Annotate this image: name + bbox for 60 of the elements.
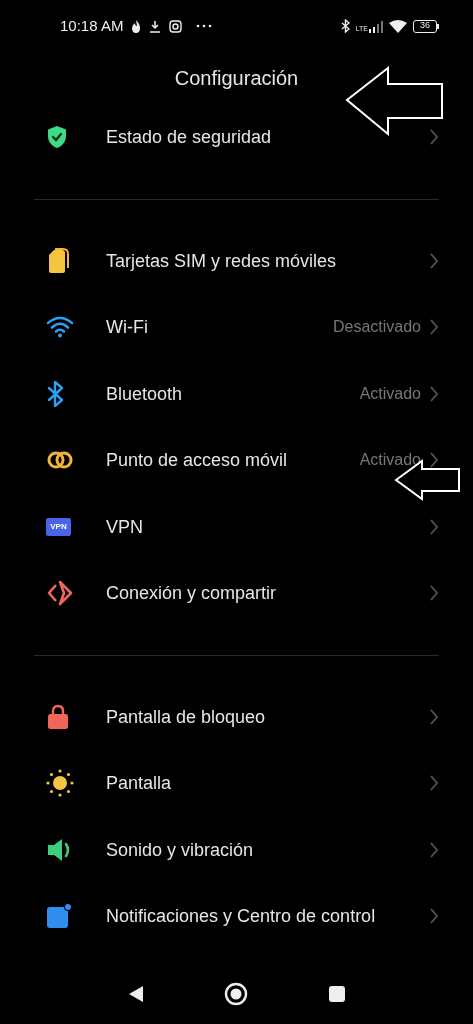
settings-item[interactable]: Punto de acceso móvil Activado [0, 427, 473, 494]
settings-item[interactable]: Pantalla [0, 750, 473, 817]
download-icon [149, 19, 162, 33]
recents-icon[interactable] [327, 985, 346, 1003]
flame-icon [131, 19, 142, 33]
item-status: Desactivado [332, 317, 421, 338]
back-icon[interactable] [127, 985, 144, 1003]
item-label: Wi-Fi [106, 316, 149, 340]
padlock-icon [46, 703, 70, 730]
chevron-right-icon [429, 517, 439, 536]
settings-item[interactable]: Tarjetas SIM y redes móviles [0, 227, 473, 294]
settings-item[interactable]: Bluetooth Activado [0, 360, 473, 427]
chevron-right-icon [429, 840, 439, 859]
notification-icon [46, 903, 72, 930]
camera-icon [169, 19, 183, 33]
settings-item[interactable]: Notificaciones y Centro de control [0, 883, 473, 950]
arrow-icon [345, 66, 445, 136]
settings-item[interactable]: Conexión y compartir [0, 560, 473, 627]
clock-time: 10:18 AM [60, 15, 124, 36]
item-status: Activado [359, 450, 421, 471]
sun-icon [46, 769, 74, 798]
battery-icon: 36 [413, 19, 439, 33]
item-label: Pantalla de bloqueo [106, 705, 267, 729]
bluetooth-icon [46, 380, 66, 407]
chevron-right-icon [429, 707, 439, 726]
wifi-icon [389, 19, 407, 33]
settings-item[interactable]: Estado de seguridad [0, 104, 473, 171]
vpn-badge-icon: VPN [46, 517, 71, 536]
item-label: Estado de seguridad [106, 126, 273, 150]
bluetooth-icon [340, 19, 350, 33]
item-status: Activado [359, 383, 421, 404]
chevron-right-icon [429, 451, 439, 470]
settings-item[interactable]: Pantalla de bloqueo [0, 683, 473, 750]
signal-icon [369, 19, 383, 33]
item-label: VPN [106, 515, 144, 539]
item-label: Notificaciones y Centro de control [106, 905, 377, 929]
chevron-right-icon [429, 907, 439, 926]
linked-rings-icon [46, 450, 74, 471]
settings-item[interactable]: VPN VPN [0, 493, 473, 560]
item-label: Conexión y compartir [106, 582, 278, 606]
item-label: Pantalla [106, 772, 173, 796]
wifi-icon [46, 316, 74, 339]
sim-card-icon [46, 247, 70, 274]
chevron-right-icon [429, 384, 439, 403]
item-label: Bluetooth [106, 382, 184, 406]
settings-item[interactable]: Sonido y vibración [0, 816, 473, 883]
home-icon[interactable] [223, 982, 248, 1006]
item-label: Sonido y vibración [106, 838, 255, 862]
chevron-right-icon [429, 584, 439, 603]
more-icon [196, 24, 213, 28]
item-label: Tarjetas SIM y redes móviles [106, 249, 338, 273]
share-arrows-icon [46, 580, 74, 607]
chevron-right-icon [429, 128, 439, 147]
chevron-right-icon [429, 774, 439, 793]
shield-icon [46, 125, 68, 150]
settings-item[interactable]: Wi-Fi Desactivado [0, 294, 473, 361]
item-label: Punto de acceso móvil [106, 449, 289, 473]
page-title: Configuración [174, 66, 299, 91]
chevron-right-icon [429, 251, 439, 270]
chevron-right-icon [429, 318, 439, 337]
